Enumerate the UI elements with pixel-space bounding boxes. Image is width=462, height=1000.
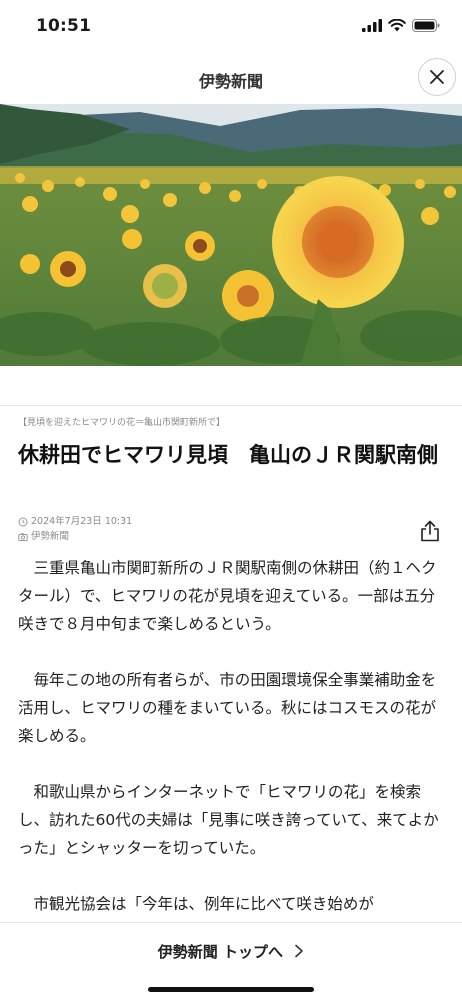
home-indicator [148,987,314,992]
camera-icon [18,532,28,541]
clock-icon [18,517,28,526]
article-meta: 2024年7月23日 10:31 伊勢新聞 [18,514,132,544]
article-source: 伊勢新聞 [31,531,70,542]
signal-icon [362,19,382,32]
article-paragraph: 市観光協会は「今年は、例年に比べて咲き始めが [33,895,374,913]
article-date: 2024年7月23日 10:31 [31,516,133,527]
close-icon [430,70,444,84]
article-body: 三重県亀山市関町新所のＪＲ関駅南側の休耕田（約１ヘクタール）で、ヒマワリの花が見… [18,554,446,946]
status-icons [362,19,440,32]
caption-area [0,366,462,406]
article-paragraph: 和歌山県からインターネットで「ヒマワリの花」を検索し、訪れた60代の夫婦は「見事… [18,783,439,857]
status-bar: 10:51 [0,0,462,54]
top-link-label: 伊勢新聞 トップへ [157,943,283,961]
share-icon [421,520,439,542]
nav-header: 伊勢新聞 [0,54,462,104]
publication-top-link[interactable]: 伊勢新聞 トップへ [0,941,462,962]
close-button[interactable] [418,58,456,96]
publication-title: 伊勢新聞 [198,72,263,91]
article-paragraph: 毎年この地の所有者らが、市の田園環境保全事業補助金を活用し、ヒマワリの種をまいて… [18,671,437,745]
date-row: 2024年7月23日 10:31 [18,514,132,529]
wifi-icon [388,19,406,32]
chevron-right-icon [295,944,304,958]
article-headline: 休耕田でヒマワリ見頃 亀山のＪＲ関駅南側 [18,443,438,467]
photo-caption: 【見頃を迎えたヒマワリの花＝亀山市関町新所で】 [18,418,226,428]
article-paragraph: 三重県亀山市関町新所のＪＲ関駅南側の休耕田（約１ヘクタール）で、ヒマワリの花が見… [18,559,437,633]
share-button[interactable] [420,520,440,542]
hero-image [0,104,462,366]
battery-icon [412,19,440,32]
sunflower-field-photo [0,104,462,366]
bottom-bar: 伊勢新聞 トップへ [0,922,462,1000]
status-time: 10:51 [36,16,92,36]
source-row: 伊勢新聞 [18,529,132,544]
